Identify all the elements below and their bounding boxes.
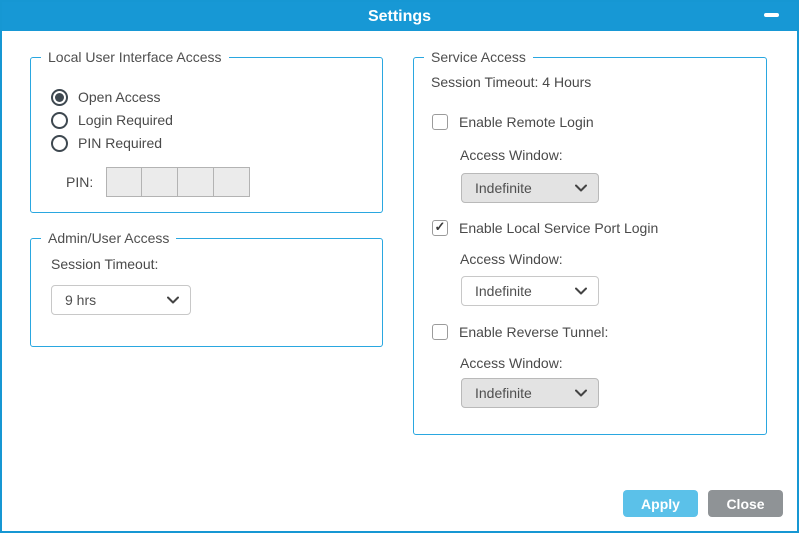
access-window-label: Access Window: [460, 147, 563, 163]
selected-value: Indefinite [475, 180, 532, 196]
pin-inputs [106, 167, 250, 197]
chevron-down-icon [575, 184, 587, 192]
pin-label: PIN: [66, 174, 96, 190]
pin-row: PIN: [66, 167, 250, 197]
access-window-label: Access Window: [460, 355, 563, 371]
checkbox-label: Enable Remote Login [459, 114, 594, 130]
close-button[interactable]: Close [708, 490, 783, 517]
selected-value: 9 hrs [65, 292, 96, 308]
checkbox-icon[interactable]: ✓ [432, 324, 448, 340]
access-window-select-tunnel[interactable]: Indefinite [461, 378, 599, 408]
session-timeout-label: Session Timeout: [51, 256, 158, 272]
radio-icon[interactable] [51, 89, 68, 106]
checkbox-enable-local-service-port-login[interactable]: ✓ Enable Local Service Port Login [432, 219, 658, 236]
checkbox-icon[interactable]: ✓ [432, 220, 448, 236]
selected-value: Indefinite [475, 385, 532, 401]
service-session-timeout: Session Timeout: 4 Hours [431, 74, 591, 90]
session-timeout-label: Session Timeout: [431, 74, 538, 90]
checkbox-icon[interactable]: ✓ [432, 114, 448, 130]
radio-label: PIN Required [78, 135, 162, 151]
checkbox-enable-reverse-tunnel[interactable]: ✓ Enable Reverse Tunnel: [432, 323, 608, 340]
pin-digit-input[interactable] [142, 167, 178, 197]
radio-login-required[interactable]: Login Required [51, 111, 173, 129]
chevron-down-icon [167, 296, 179, 304]
apply-button[interactable]: Apply [623, 490, 698, 517]
radio-open-access[interactable]: Open Access [51, 88, 161, 106]
radio-icon[interactable] [51, 135, 68, 152]
panel-legend: Service Access [424, 49, 533, 65]
settings-dialog: Settings Local User Interface Access Ope… [0, 0, 799, 533]
radio-label: Login Required [78, 112, 173, 128]
checkbox-label: Enable Local Service Port Login [459, 220, 658, 236]
panel-legend: Admin/User Access [41, 230, 176, 246]
access-window-select-local[interactable]: Indefinite [461, 276, 599, 306]
access-window-label: Access Window: [460, 251, 563, 267]
panel-service-access: Service Access Session Timeout: 4 Hours … [413, 57, 767, 435]
panel-local-ui-access: Local User Interface Access Open Access … [30, 57, 383, 213]
radio-label: Open Access [78, 89, 161, 105]
chevron-down-icon [575, 287, 587, 295]
panel-admin-user-access: Admin/User Access Session Timeout: 9 hrs [30, 238, 383, 347]
radio-pin-required[interactable]: PIN Required [51, 134, 162, 152]
selected-value: Indefinite [475, 283, 532, 299]
titlebar: Settings [2, 2, 797, 31]
session-timeout-value: 4 Hours [542, 74, 591, 90]
access-window-select-remote[interactable]: Indefinite [461, 173, 599, 203]
checkbox-label: Enable Reverse Tunnel: [459, 324, 608, 340]
checkbox-enable-remote-login[interactable]: ✓ Enable Remote Login [432, 113, 594, 130]
checkmark-icon: ✓ [435, 220, 446, 233]
session-timeout-select[interactable]: 9 hrs [51, 285, 191, 315]
dialog-title: Settings [2, 2, 797, 31]
chevron-down-icon [575, 389, 587, 397]
radio-icon[interactable] [51, 112, 68, 129]
pin-digit-input[interactable] [106, 167, 142, 197]
panel-legend: Local User Interface Access [41, 49, 229, 65]
pin-digit-input[interactable] [214, 167, 250, 197]
minimize-icon[interactable] [764, 13, 779, 17]
pin-digit-input[interactable] [178, 167, 214, 197]
